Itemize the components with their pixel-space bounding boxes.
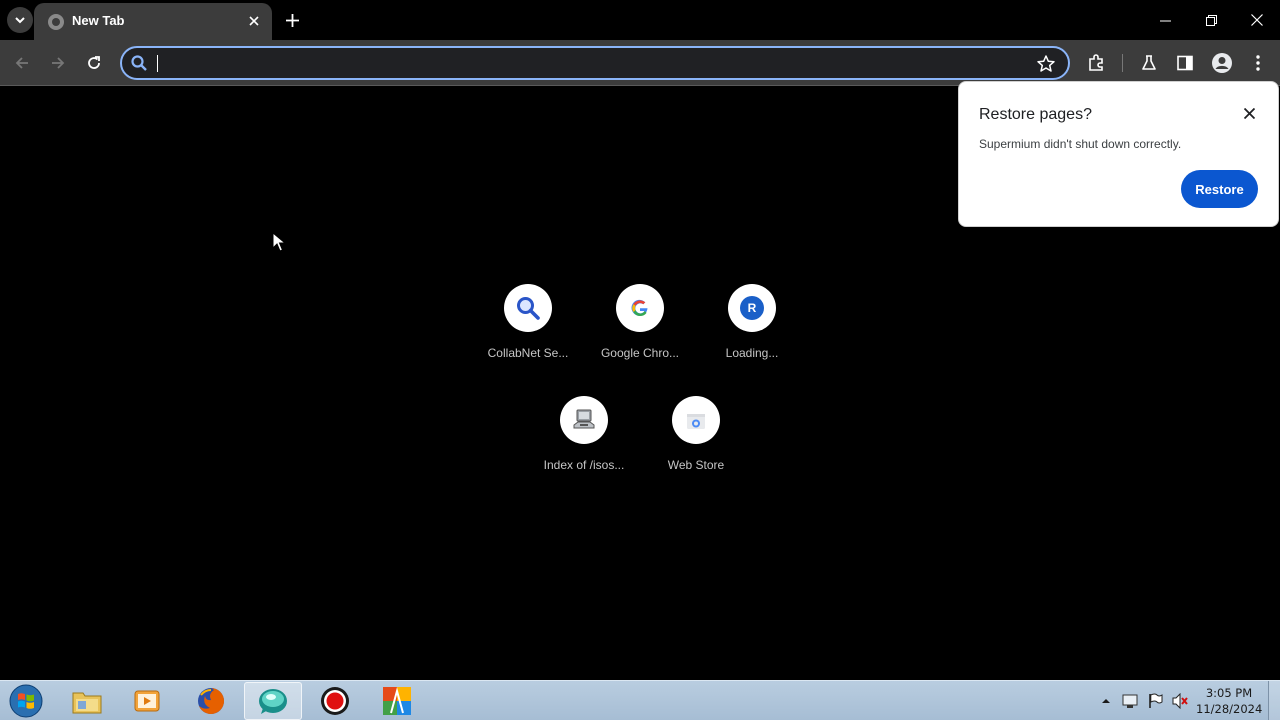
shortcut-label: Web Store (667, 458, 725, 472)
letter-r-icon: R (740, 296, 764, 320)
profile-icon (1212, 53, 1232, 73)
tab-new-tab[interactable]: New Tab (34, 3, 272, 40)
forward-button[interactable] (44, 49, 72, 77)
minimize-icon (1159, 20, 1171, 21)
tab-title: New Tab (72, 13, 125, 28)
screen: New Tab Restore pages? Supermium didn't … (0, 0, 1280, 720)
dialog-title: Restore pages? (979, 106, 1092, 123)
show-desktop-button[interactable] (1268, 681, 1280, 720)
search-icon (131, 55, 147, 71)
taskbar-explorer[interactable] (58, 682, 116, 720)
supermium-icon (259, 689, 287, 714)
display-icon (1122, 694, 1138, 708)
google-icon (631, 299, 648, 317)
start-button[interactable] (6, 682, 46, 720)
new-tab-button[interactable] (280, 8, 304, 32)
address-input[interactable] (162, 51, 1022, 75)
forward-icon (52, 57, 65, 69)
taskbar-media-player[interactable] (118, 682, 176, 720)
restore-button[interactable]: Restore (1181, 170, 1258, 208)
close-window-button[interactable] (1234, 0, 1280, 40)
shortcut-tile[interactable]: Web Store (640, 396, 752, 508)
volume-muted-icon (1172, 693, 1188, 709)
tray-volume[interactable] (1172, 693, 1188, 709)
restore-window-icon (1205, 14, 1217, 26)
shortcut-tile[interactable]: Index of /isos... (528, 396, 640, 508)
taskbar-firefox[interactable] (182, 682, 240, 720)
shortcut-icon-circle (504, 284, 552, 332)
search-icon (517, 297, 540, 320)
flag-icon (1149, 693, 1163, 708)
firefox-icon (198, 688, 224, 714)
menu-icon (1256, 55, 1260, 71)
shortcut-label: Google Chro... (600, 346, 680, 360)
shortcut-icon-circle (672, 396, 720, 444)
app-icon (383, 687, 411, 715)
taskbar-clock[interactable]: 3:05 PM 11/28/2024 (1196, 685, 1262, 717)
media-player-icon (134, 690, 160, 712)
address-bar[interactable] (120, 46, 1070, 80)
globe-icon (48, 14, 64, 30)
restore-window-button[interactable] (1188, 0, 1234, 40)
toolbar (0, 40, 1280, 86)
extensions-icon (1089, 54, 1103, 71)
side-panel-button[interactable] (1173, 51, 1197, 75)
toolbar-separator (1122, 54, 1123, 72)
shortcut-label: Index of /isos... (543, 458, 625, 472)
taskbar-supermium[interactable] (244, 682, 302, 720)
plus-icon (285, 13, 299, 27)
windows-logo-icon (9, 684, 43, 718)
mouse-cursor-icon (272, 232, 286, 252)
menu-button[interactable] (1246, 51, 1270, 75)
dialog-message: Supermium didn't shut down correctly. (979, 137, 1182, 151)
back-icon (15, 57, 28, 69)
close-icon (1251, 14, 1263, 26)
clock-time: 3:05 PM (1205, 686, 1253, 700)
side-panel-icon (1177, 55, 1193, 71)
record-icon (321, 687, 349, 715)
labs-icon (1142, 55, 1156, 70)
shortcut-tile[interactable]: Google Chro... (584, 284, 696, 396)
chevron-up-icon (1102, 699, 1110, 703)
shortcut-tile[interactable]: R Loading... (696, 284, 808, 396)
chevron-down-icon (15, 17, 25, 24)
minimize-button[interactable] (1142, 0, 1188, 40)
taskbar-app[interactable] (368, 682, 426, 720)
reload-icon (88, 56, 100, 69)
shortcut-icon-circle (560, 396, 608, 444)
labs-button[interactable] (1137, 51, 1161, 75)
clock-date: 11/28/2024 (1196, 702, 1263, 716)
tab-strip: New Tab (0, 0, 1280, 40)
restore-pages-dialog: Restore pages? Supermium didn't shut dow… (958, 81, 1279, 227)
shortcut-icon-circle (616, 284, 664, 332)
tab-search-button[interactable] (7, 7, 33, 33)
shortcut-label: Loading... (725, 346, 779, 360)
shortcut-label: CollabNet Se... (487, 346, 569, 360)
close-icon (1243, 107, 1255, 119)
star-icon[interactable] (1036, 54, 1056, 74)
text-caret (157, 55, 158, 72)
back-button[interactable] (8, 49, 36, 77)
web-store-icon (687, 414, 705, 429)
dialog-close-button[interactable] (1240, 104, 1258, 122)
tray-display[interactable] (1122, 693, 1138, 709)
taskbar: 3:05 PM 11/28/2024 (0, 680, 1280, 720)
reload-button[interactable] (80, 49, 108, 77)
shortcut-tile[interactable]: CollabNet Se... (472, 284, 584, 396)
close-icon (249, 16, 259, 26)
shortcut-letter: R (747, 301, 757, 315)
tab-close-button[interactable] (244, 11, 264, 31)
extensions-button[interactable] (1084, 51, 1108, 75)
profile-button[interactable] (1210, 51, 1234, 75)
show-hidden-icons-button[interactable] (1098, 693, 1114, 709)
explorer-icon (72, 692, 102, 714)
shortcut-icon-circle: R (728, 284, 776, 332)
computer-icon (573, 409, 595, 429)
tray-action-center[interactable] (1147, 693, 1163, 709)
taskbar-recorder[interactable] (306, 682, 364, 720)
